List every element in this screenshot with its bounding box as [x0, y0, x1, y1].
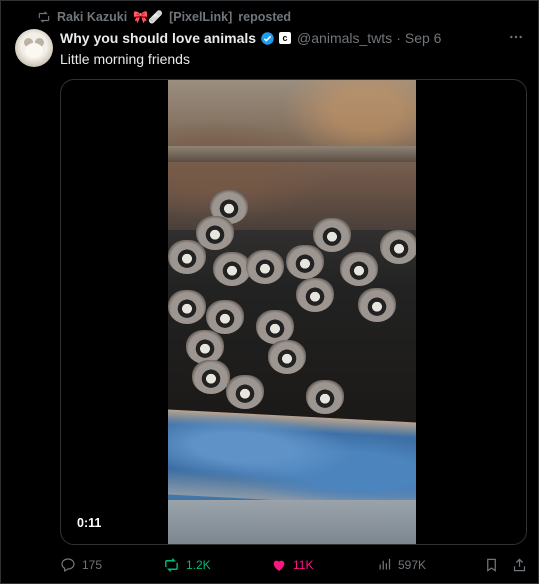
repost-icon [37, 11, 51, 23]
reposter-name[interactable]: Raki Kazuki [57, 10, 127, 24]
repost-count: 1.2K [186, 558, 211, 572]
tweet-card[interactable]: Raki Kazuki 🎀🩹 [PixelLink] reposted Why … [0, 0, 539, 584]
repost-button[interactable]: 1.2K [163, 557, 211, 573]
video-frame[interactable] [168, 80, 416, 544]
more-icon[interactable] [508, 29, 524, 48]
raccoon-crowd [168, 190, 416, 420]
heart-icon [271, 557, 287, 573]
views-count: 597K [398, 557, 427, 572]
reply-icon [60, 557, 76, 573]
action-bar: 175 1.2K 11K 597K [60, 557, 526, 575]
separator: · [396, 30, 401, 46]
reply-button[interactable]: 175 [60, 557, 102, 573]
video-player[interactable]: 0:11 [60, 79, 527, 545]
tweet-text: Little morning friends [60, 51, 190, 67]
reply-count: 175 [82, 558, 103, 572]
repost-banner: Raki Kazuki 🎀🩹 [PixelLink] reposted [37, 9, 291, 25]
views-button[interactable]: 597K [377, 557, 426, 572]
avatar[interactable] [15, 29, 53, 67]
reposter-tag: [PixelLink] [169, 10, 233, 24]
author-name[interactable]: Why you should love animals [60, 30, 256, 46]
author-handle[interactable]: @animals_twts [297, 30, 392, 46]
share-icon [512, 557, 527, 573]
affiliation-badge[interactable]: c [279, 32, 292, 44]
bookmark-icon [484, 557, 499, 573]
repost-icon [163, 557, 180, 573]
views-icon [377, 557, 392, 572]
like-button[interactable]: 11K [271, 557, 313, 573]
video-duration: 0:11 [77, 516, 102, 530]
verified-badge-icon [260, 31, 275, 46]
tweet-header: Why you should love animals c @animals_t… [60, 29, 524, 47]
like-count: 11K [293, 558, 314, 572]
reposted-label: reposted [238, 10, 292, 24]
reposter-emoji: 🎀🩹 [133, 10, 164, 24]
tweet-date[interactable]: Sep 6 [405, 30, 442, 46]
bookmark-button[interactable] [484, 557, 499, 573]
share-button[interactable] [512, 557, 527, 573]
